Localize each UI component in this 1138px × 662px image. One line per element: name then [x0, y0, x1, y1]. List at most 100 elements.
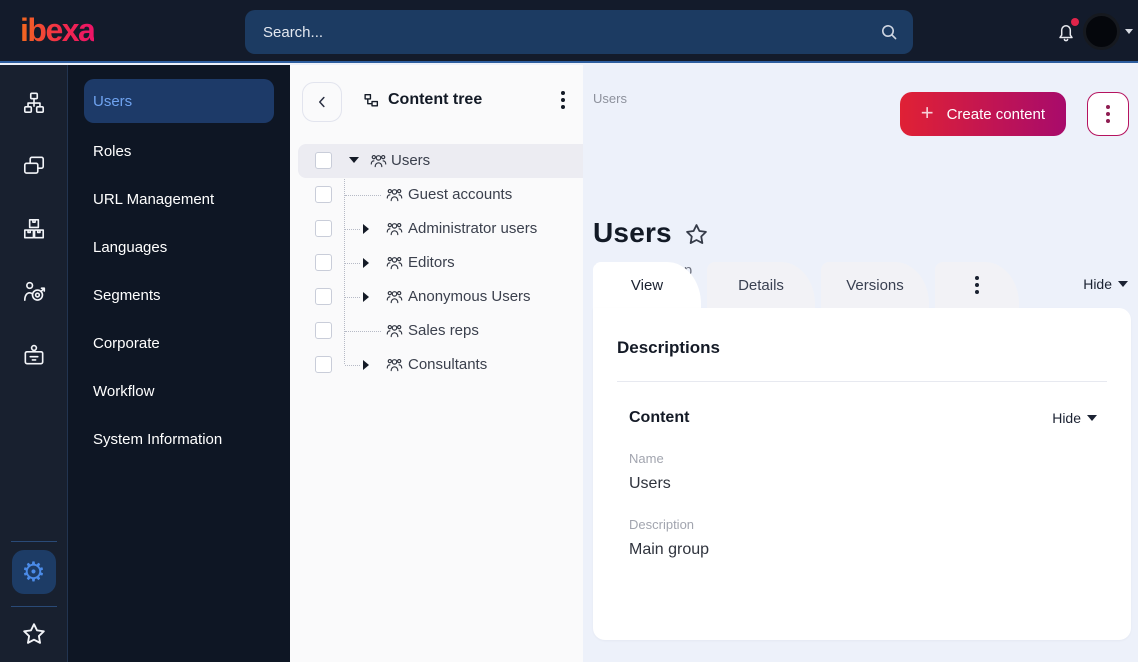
tree-connector [345, 331, 381, 332]
tree-connector [345, 263, 360, 264]
tree-checkbox[interactable] [315, 152, 332, 169]
tree-item-label[interactable]: Anonymous Users [408, 288, 531, 305]
sidebar-icon-rail: ⚙ [0, 65, 68, 662]
field-name: Name Users [629, 451, 1107, 493]
tree-item-label[interactable]: Guest accounts [408, 186, 512, 203]
tree-checkbox[interactable] [315, 356, 332, 373]
tab-view[interactable]: View [593, 262, 701, 308]
caret-collapsed-icon[interactable] [363, 292, 369, 302]
content-tree-list: Users Guest accounts Administrator users Ed… [290, 144, 583, 382]
field-value: Users [629, 475, 671, 492]
tree-item-label[interactable]: Editors [408, 254, 455, 271]
user-group-icon [386, 357, 403, 374]
tab-strip: View Details Versions [593, 262, 1019, 308]
tree-item-administrator-users[interactable]: Administrator users [290, 212, 583, 246]
menu-item-roles[interactable]: Roles [68, 127, 290, 175]
user-group-icon [370, 153, 387, 170]
tree-item-anonymous-users[interactable]: Anonymous Users [290, 280, 583, 314]
corporate-badge-icon[interactable] [21, 342, 47, 368]
field-label: Description [629, 517, 695, 532]
page-title: Users [593, 217, 672, 248]
tree-item-users[interactable]: Users [298, 144, 583, 178]
tree-connector [345, 229, 360, 230]
header-actions: + Create content [899, 92, 1129, 136]
user-avatar[interactable] [1083, 13, 1120, 50]
favorite-star-icon[interactable] [683, 221, 710, 248]
caret-down-icon [1118, 281, 1128, 287]
menu-item-corporate[interactable]: Corporate [68, 319, 290, 367]
caret-collapsed-icon[interactable] [363, 360, 369, 370]
user-group-icon [386, 289, 403, 306]
settings-gear-icon[interactable]: ⚙ [11, 550, 56, 594]
more-actions-button[interactable] [1087, 92, 1129, 136]
breadcrumb[interactable]: Users [593, 91, 627, 106]
content-structure-icon[interactable] [21, 90, 47, 116]
tab-details[interactable]: Details [707, 262, 815, 308]
title-row: Users [593, 217, 710, 249]
menu-item-workflow[interactable]: Workflow [68, 367, 290, 415]
content-tree-panel: Content tree Users Guest accounts Administ… [290, 65, 583, 662]
main-menu: Users Roles URL Management Languages Segment… [68, 65, 290, 662]
menu-item-users[interactable]: Users [84, 79, 274, 123]
tree-options-kebab-icon[interactable] [561, 91, 565, 109]
pages-icon[interactable] [21, 153, 47, 179]
audience-target-icon[interactable] [21, 279, 47, 305]
global-search [245, 10, 913, 54]
collapse-tree-button[interactable] [302, 82, 342, 122]
tree-checkbox[interactable] [315, 322, 332, 339]
tree-checkbox[interactable] [315, 220, 332, 237]
tree-item-label[interactable]: Consultants [408, 356, 487, 373]
caret-collapsed-icon[interactable] [363, 258, 369, 268]
content-group-header: Content Hide [629, 409, 1107, 427]
products-icon[interactable] [21, 216, 47, 242]
user-menu-caret-icon[interactable] [1125, 29, 1133, 34]
menu-item-system-information[interactable]: System Information [68, 415, 290, 463]
tree-checkbox[interactable] [315, 288, 332, 305]
tree-item-sales-reps[interactable]: Sales reps [290, 314, 583, 348]
tree-connector [345, 297, 360, 298]
tree-item-label[interactable]: Administrator users [408, 220, 537, 237]
tree-item-guest-accounts[interactable]: Guest accounts [290, 178, 583, 212]
caret-collapsed-icon[interactable] [363, 224, 369, 234]
tree-checkbox[interactable] [315, 186, 332, 203]
hide-label: Hide [1052, 410, 1081, 426]
hide-all-toggle[interactable]: Hide [1083, 276, 1128, 292]
menu-item-segments[interactable]: Segments [68, 271, 290, 319]
caret-expanded-icon[interactable] [349, 157, 359, 163]
tree-icon [363, 92, 380, 109]
content-group-title: Content [629, 409, 690, 426]
menu-item-url-management[interactable]: URL Management [68, 175, 290, 223]
field-label: Name [629, 451, 664, 466]
user-group-icon [386, 323, 403, 340]
field-list: Name Users Description Main group [629, 451, 1107, 559]
notification-dot [1071, 18, 1079, 26]
tab-versions[interactable]: Versions [821, 262, 929, 308]
ibexa-logo[interactable]: ibexa [20, 12, 96, 49]
tree-connector [345, 195, 381, 196]
chevron-left-icon [313, 93, 331, 111]
tree-item-consultants[interactable]: Consultants [290, 348, 583, 382]
rail-divider [10, 606, 57, 607]
tab-more-kebab[interactable] [935, 262, 1019, 308]
tree-item-label[interactable]: Sales reps [408, 322, 479, 339]
search-icon[interactable] [879, 22, 899, 42]
tree-item-label[interactable]: Users [391, 152, 430, 169]
user-group-icon [386, 187, 403, 204]
kebab-icon [1106, 105, 1110, 123]
hide-label: Hide [1083, 276, 1112, 292]
hide-content-toggle[interactable]: Hide [1052, 410, 1097, 426]
bookmarks-star-icon[interactable] [20, 620, 48, 648]
tree-checkbox[interactable] [315, 254, 332, 271]
create-content-button[interactable]: + Create content [899, 92, 1066, 136]
rail-bottom-section: ⚙ [0, 541, 67, 662]
descriptions-section-title: Descriptions [617, 338, 720, 357]
user-group-icon [386, 255, 403, 272]
content-tree-label: Content tree [388, 91, 483, 108]
plus-icon: + [920, 100, 934, 125]
menu-item-languages[interactable]: Languages [68, 223, 290, 271]
search-input[interactable] [261, 22, 879, 42]
tree-item-editors[interactable]: Editors [290, 246, 583, 280]
notifications-button[interactable] [1054, 18, 1080, 46]
kebab-icon [975, 276, 979, 294]
field-description: Description Main group [629, 517, 1107, 559]
